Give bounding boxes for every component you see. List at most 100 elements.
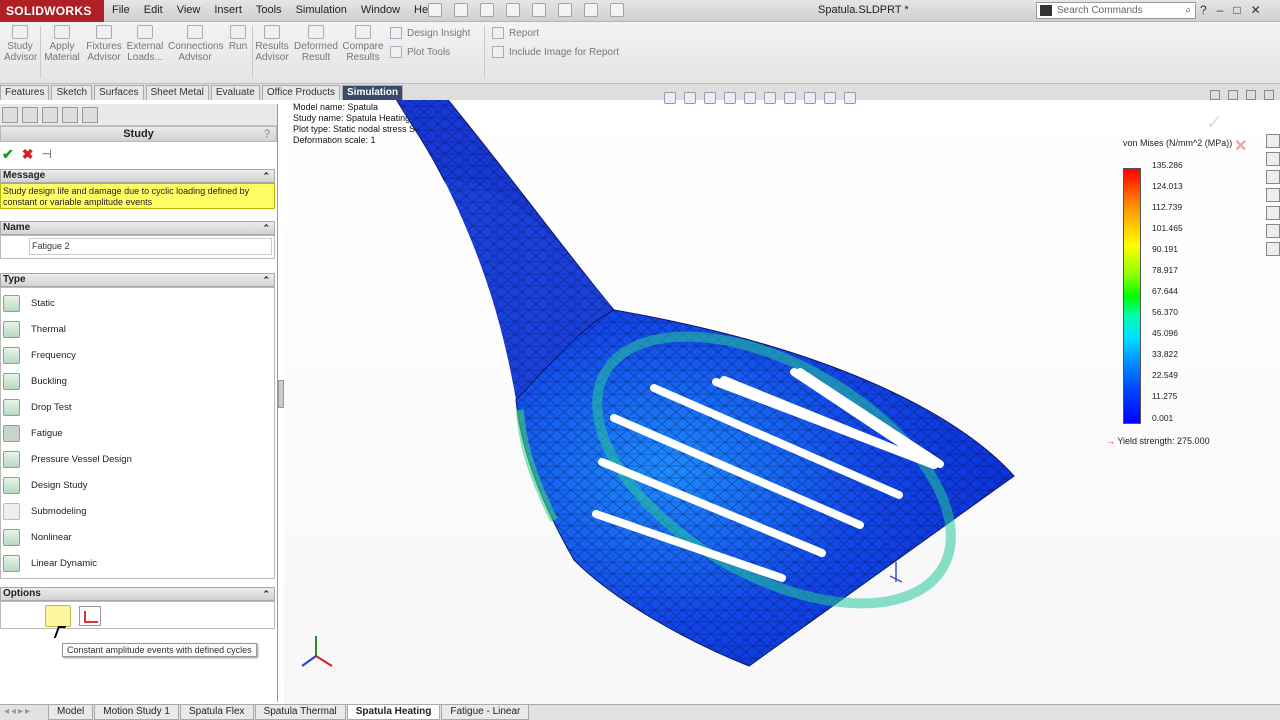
tab-surfaces[interactable]: Surfaces — [94, 85, 144, 100]
tab-simulation[interactable]: Simulation — [342, 85, 404, 100]
type-buckling[interactable]: Buckling — [1, 368, 274, 394]
apply-material-button[interactable]: Apply Material — [44, 25, 80, 63]
results-advisor-button[interactable]: Results Advisor — [254, 25, 290, 63]
external-loads-button[interactable]: External Loads... — [126, 25, 164, 63]
include-image-button[interactable]: Include Image for Report — [492, 46, 619, 58]
fixtures-advisor-button[interactable]: Fixtures Advisor — [86, 25, 122, 63]
tile-icon[interactable] — [1210, 90, 1220, 100]
cancel-x-icon[interactable]: ✖ — [22, 146, 34, 163]
panel-title: Study? — [0, 126, 277, 142]
search-icon[interactable]: ⌕ — [1185, 3, 1191, 18]
print-icon[interactable] — [506, 3, 520, 17]
constant-amplitude-button[interactable] — [45, 605, 71, 627]
restore-icon[interactable] — [1228, 90, 1238, 100]
file-explorer-icon[interactable] — [1266, 170, 1280, 184]
tab-features[interactable]: Features — [0, 85, 50, 100]
help-icon[interactable]: ? — [264, 127, 270, 141]
property-manager-icon[interactable] — [22, 107, 38, 123]
run-button[interactable]: Run — [226, 25, 250, 52]
message-header[interactable]: Message ⌃ — [0, 169, 275, 183]
legend-value: 124.013 — [1152, 181, 1183, 191]
tab-scroll-arrows[interactable]: ◂◂▸▸ — [0, 705, 48, 720]
save-icon[interactable] — [480, 3, 494, 17]
tab-spatula-flex[interactable]: Spatula Flex — [179, 705, 254, 720]
tab-sketch[interactable]: Sketch — [51, 85, 93, 100]
collapse-icon[interactable]: ⌃ — [262, 170, 270, 182]
variable-amplitude-button[interactable] — [79, 606, 101, 626]
graphics-viewport[interactable]: Model name: Spatula Study name: Spatula … — [284, 90, 1280, 704]
collapse-icon[interactable]: ⌃ — [262, 274, 270, 286]
menu-insert[interactable]: Insert — [214, 0, 242, 22]
type-header[interactable]: Type ⌃ — [0, 273, 275, 287]
search-commands-input[interactable]: Search Commands ⌕ — [1036, 2, 1196, 19]
type-thermal[interactable]: Thermal — [1, 316, 274, 342]
new-icon[interactable] — [428, 3, 442, 17]
submodeling-icon — [3, 502, 20, 520]
connections-advisor-button[interactable]: Connections Advisor — [168, 25, 224, 63]
menu-view[interactable]: View — [177, 0, 201, 22]
legend-close-icon[interactable]: ✕ — [1234, 136, 1247, 156]
study-advisor-button[interactable]: Study Advisor — [4, 25, 37, 63]
options-header[interactable]: Options ⌃ — [0, 587, 275, 601]
report-button[interactable]: Report — [492, 27, 539, 39]
design-library-icon[interactable] — [1266, 152, 1280, 166]
type-submodeling[interactable]: Submodeling — [1, 498, 274, 524]
type-drop-test[interactable]: Drop Test — [1, 394, 274, 420]
options-icon[interactable] — [610, 3, 624, 17]
custom-properties-icon[interactable] — [1266, 224, 1280, 238]
tab-office-products[interactable]: Office Products — [261, 85, 340, 100]
configuration-manager-icon[interactable] — [42, 107, 58, 123]
name-header[interactable]: Name ⌃ — [0, 221, 275, 235]
menu-window[interactable]: Window — [361, 0, 400, 22]
forum-icon[interactable] — [1266, 242, 1280, 256]
pressure-vessel-icon — [3, 450, 20, 468]
design-insight-button[interactable]: Design Insight — [390, 27, 470, 39]
ok-check-icon[interactable]: ✔ — [2, 146, 14, 163]
menu-edit[interactable]: Edit — [144, 0, 163, 22]
tab-evaluate[interactable]: Evaluate — [210, 85, 260, 100]
type-frequency[interactable]: Frequency — [1, 342, 274, 368]
deformed-result-button[interactable]: Deformed Result — [294, 25, 338, 63]
confirm-check-icon[interactable]: ✓ — [1206, 110, 1223, 135]
undo-icon[interactable] — [532, 3, 546, 17]
tab-spatula-thermal[interactable]: Spatula Thermal — [254, 705, 346, 720]
plot-tools-button[interactable]: Plot Tools — [390, 46, 450, 58]
minimize-icon[interactable] — [1246, 90, 1256, 100]
view-palette-icon[interactable] — [1266, 188, 1280, 202]
open-icon[interactable] — [454, 3, 468, 17]
type-static[interactable]: Static — [1, 290, 274, 316]
type-nonlinear[interactable]: Nonlinear — [1, 524, 274, 550]
help-icon[interactable]: ? — [1200, 0, 1207, 21]
collapse-icon[interactable]: ⌃ — [262, 588, 270, 600]
maximize-icon[interactable]: □ — [1233, 0, 1240, 21]
tab-spatula-heating[interactable]: Spatula Heating — [346, 705, 441, 720]
design-study-icon — [3, 476, 20, 494]
minimize-icon[interactable]: – — [1217, 0, 1224, 21]
close-icon[interactable]: ✕ — [1251, 0, 1261, 21]
resources-icon[interactable] — [1266, 134, 1280, 148]
study-name-field[interactable]: Fatigue 2 — [29, 238, 272, 255]
tab-sheet-metal[interactable]: Sheet Metal — [145, 85, 209, 100]
tab-fatigue-linear[interactable]: Fatigue - Linear — [441, 705, 530, 720]
type-design-study[interactable]: Design Study — [1, 472, 274, 498]
pin-icon[interactable]: ⊣ — [41, 147, 51, 161]
maximize-icon[interactable] — [1264, 90, 1274, 100]
rebuild-icon[interactable] — [584, 3, 598, 17]
feature-manager-icon[interactable] — [2, 107, 18, 123]
fixtures-icon — [96, 25, 112, 39]
dimxpert-icon[interactable] — [62, 107, 78, 123]
menu-tools[interactable]: Tools — [256, 0, 282, 22]
tab-motion-study[interactable]: Motion Study 1 — [94, 705, 179, 720]
plot-tools-icon — [390, 46, 402, 58]
menu-simulation[interactable]: Simulation — [296, 0, 347, 22]
type-linear-dynamic[interactable]: Linear Dynamic — [1, 550, 274, 576]
compare-results-button[interactable]: Compare Results — [342, 25, 384, 63]
appearances-icon[interactable] — [1266, 206, 1280, 220]
type-fatigue[interactable]: Fatigue — [1, 420, 274, 446]
collapse-icon[interactable]: ⌃ — [262, 222, 270, 234]
display-manager-icon[interactable] — [82, 107, 98, 123]
type-pressure-vessel[interactable]: Pressure Vessel Design — [1, 446, 274, 472]
select-icon[interactable] — [558, 3, 572, 17]
tab-model[interactable]: Model — [48, 705, 94, 720]
menu-file[interactable]: File — [112, 0, 130, 22]
